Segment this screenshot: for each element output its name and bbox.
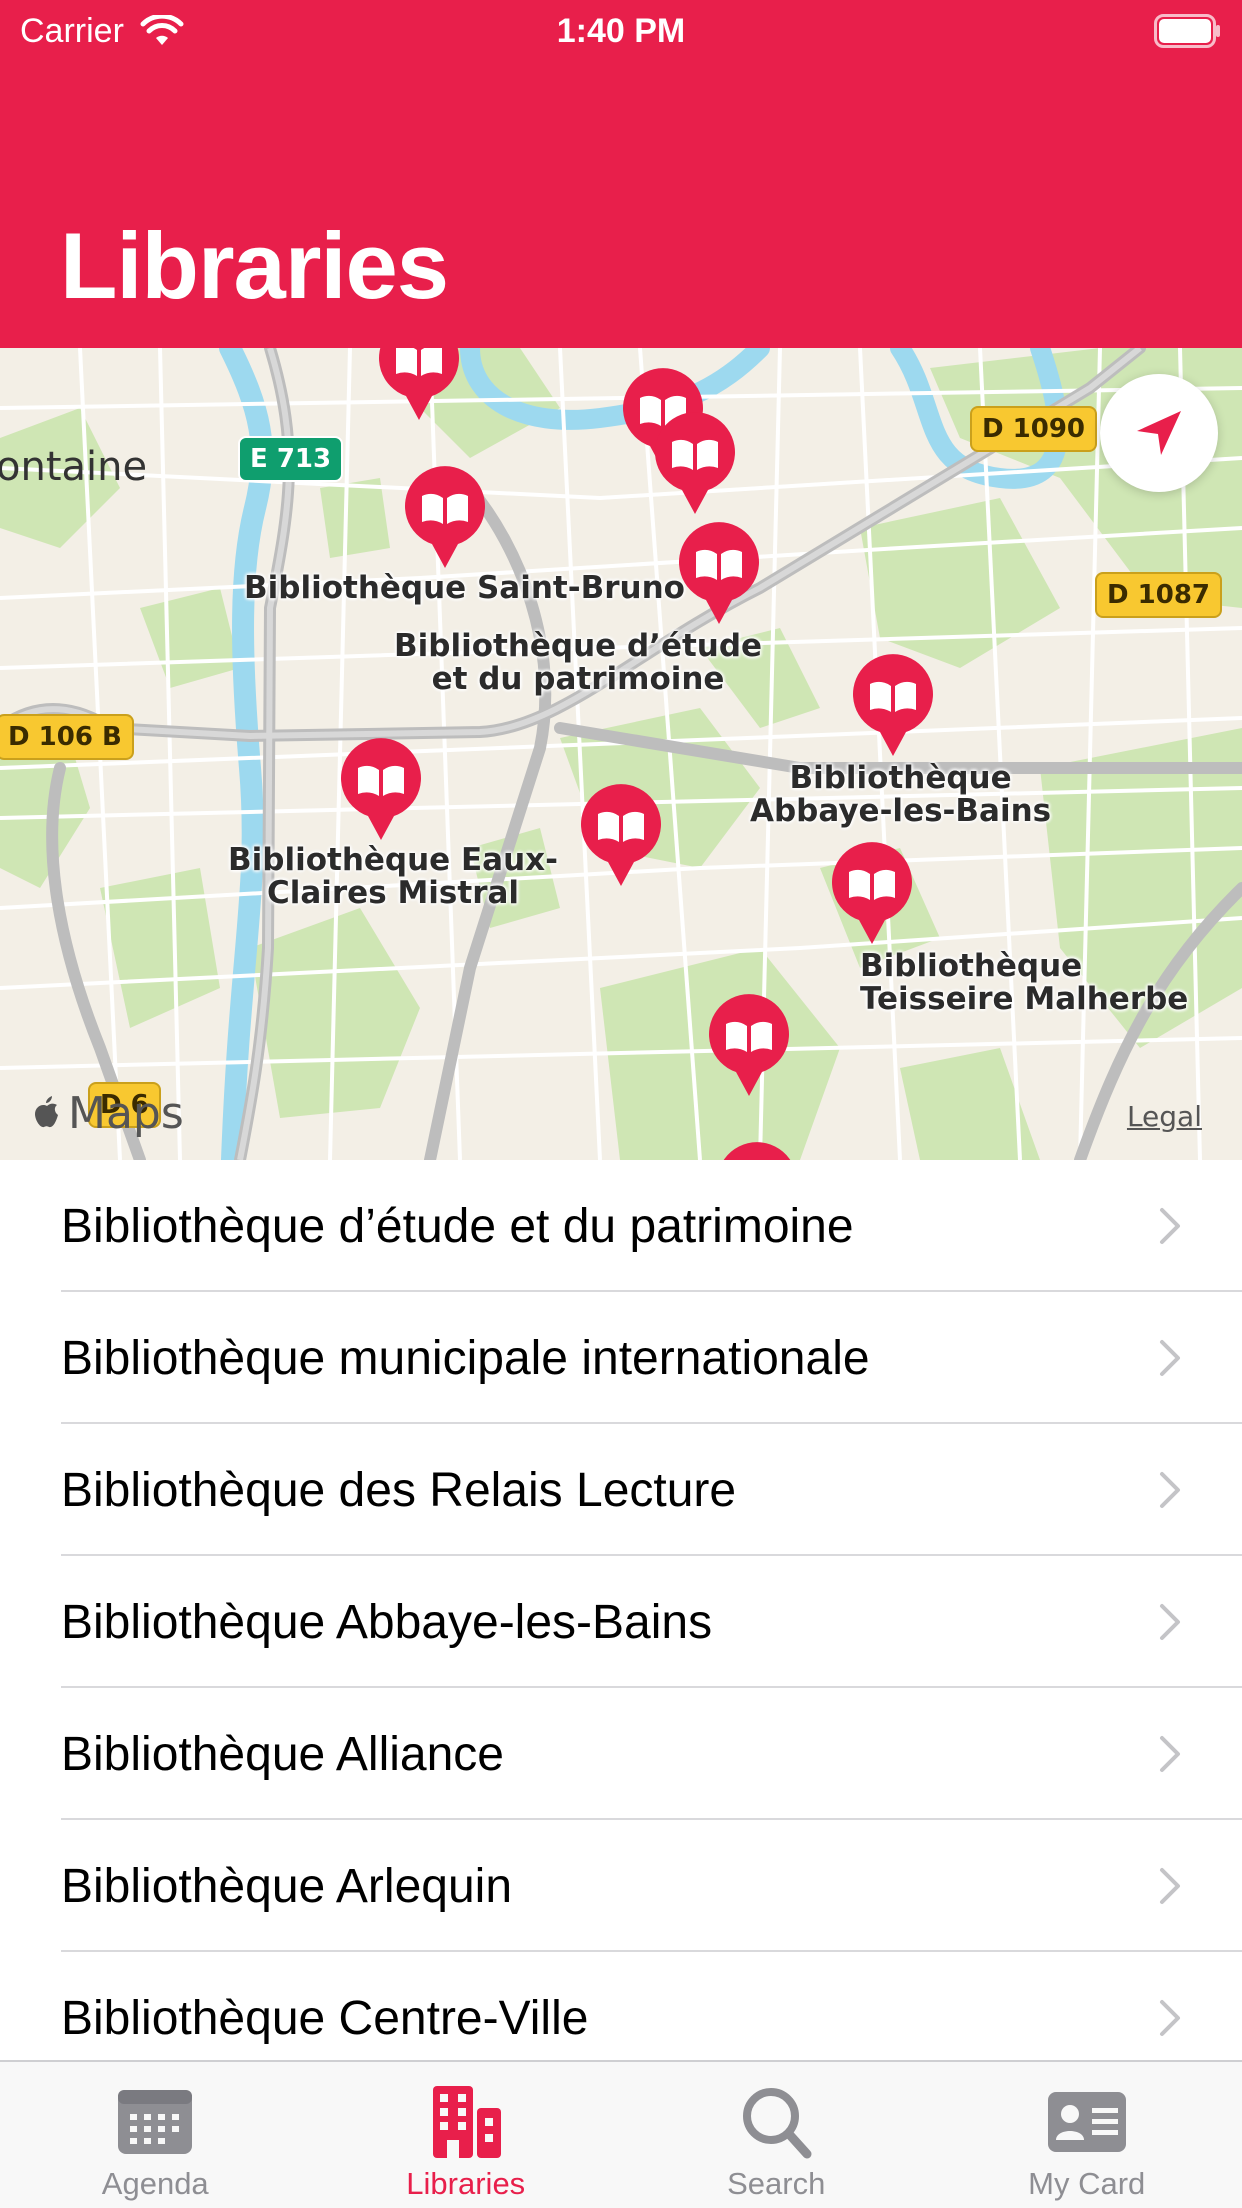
buildings-icon	[432, 2086, 501, 2158]
tab-bar: Agenda Libraries Search My Card	[0, 2060, 1242, 2208]
road-shield-d1090: D 1090	[970, 406, 1097, 452]
library-row-label: Bibliothèque Centre-Ville	[61, 1991, 589, 2045]
id-card-icon	[1047, 2092, 1126, 2152]
pin-label-saint-bruno: Bibliothèque Saint-Bruno	[244, 570, 685, 606]
calendar-icon	[118, 2090, 193, 2154]
library-row[interactable]: Bibliothèque Arlequin	[0, 1820, 1242, 1952]
map-place-label: ontaine	[0, 444, 148, 490]
libraries-list: Bibliothèque d’étude et du patrimoine Bi…	[0, 1160, 1242, 2060]
library-pin[interactable]	[652, 412, 738, 516]
page-title: Libraries	[60, 213, 449, 318]
status-time: 1:40 PM	[556, 12, 686, 50]
navigation-header: Carrier 1:40 PM Libraries	[0, 0, 1242, 348]
pin-eaux-claires-mistral[interactable]	[338, 738, 424, 842]
library-row-label: Bibliothèque Abbaye-les-Bains	[61, 1595, 713, 1649]
tab-agenda-label: Agenda	[101, 2166, 209, 2201]
search-icon	[743, 2088, 812, 2159]
pin-label-teisseire-malherbe: Bibliothèque Teisseire Malherbe	[860, 948, 1189, 1017]
library-row[interactable]: Bibliothèque Centre-Ville	[0, 1952, 1242, 2060]
road-shield-d1087: D 1087	[1095, 572, 1222, 618]
road-shield-d106b: D 106 B	[0, 714, 134, 760]
chevron-right-icon	[1160, 1736, 1180, 1772]
pin-teisseire-malherbe[interactable]	[829, 842, 915, 946]
chevron-right-icon	[1160, 2000, 1180, 2036]
library-row-label: Bibliothèque municipale internationale	[61, 1331, 870, 1385]
locate-me-button[interactable]	[1100, 374, 1218, 492]
location-arrow-icon	[1137, 411, 1181, 455]
chevron-right-icon	[1160, 1208, 1180, 1244]
tab-agenda[interactable]: Agenda	[0, 2062, 311, 2208]
library-row[interactable]: Bibliothèque des Relais Lecture	[0, 1424, 1242, 1556]
tab-search-label: Search	[727, 2166, 826, 2201]
library-row-label: Bibliothèque d’étude et du patrimoine	[61, 1199, 854, 1253]
tab-my-card[interactable]: My Card	[932, 2062, 1242, 2208]
legal-link[interactable]: Legal	[1127, 1100, 1202, 1133]
library-row[interactable]: Bibliothèque Abbaye-les-Bains	[0, 1556, 1242, 1688]
pin-label-etude-patrimoine: Bibliothèque d’étude et du patrimoine	[394, 628, 763, 697]
pin-label-abbaye-les-bains: Bibliothèque Abbaye-les-Bains	[750, 760, 1052, 829]
library-row-label: Bibliothèque des Relais Lecture	[61, 1463, 737, 1517]
tab-libraries[interactable]: Libraries	[311, 2062, 622, 2208]
pin-saint-bruno[interactable]	[402, 466, 488, 570]
library-row[interactable]: Bibliothèque municipale internationale	[0, 1292, 1242, 1424]
library-row[interactable]: Bibliothèque d’étude et du patrimoine	[0, 1160, 1242, 1292]
apple-icon	[35, 1095, 58, 1127]
library-pin[interactable]	[376, 348, 462, 422]
maps-label: Maps	[68, 1088, 184, 1139]
tab-my-card-label: My Card	[1028, 2166, 1146, 2201]
status-bar: Carrier 1:40 PM	[0, 0, 1242, 62]
pin-etude-patrimoine[interactable]	[676, 522, 762, 626]
library-row[interactable]: Bibliothèque Alliance	[0, 1688, 1242, 1820]
library-pin[interactable]	[706, 994, 792, 1098]
chevron-right-icon	[1160, 1868, 1180, 1904]
chevron-right-icon	[1160, 1340, 1180, 1376]
battery-icon	[1154, 14, 1220, 48]
chevron-right-icon	[1160, 1604, 1180, 1640]
library-pin[interactable]	[714, 1142, 800, 1160]
chevron-right-icon	[1160, 1472, 1180, 1508]
libraries-map[interactable]: E 713 D 1090 D 1087 D 106 B D 6 ontaine …	[0, 348, 1242, 1160]
library-pin[interactable]	[578, 784, 664, 888]
tab-search[interactable]: Search	[621, 2062, 932, 2208]
tab-libraries-label: Libraries	[406, 2166, 526, 2201]
library-row-label: Bibliothèque Arlequin	[61, 1859, 513, 1913]
pin-abbaye-les-bains[interactable]	[850, 654, 936, 758]
apple-maps-logo: Maps	[30, 1088, 184, 1139]
pin-label-eaux-claires-mistral: Bibliothèque Eaux- Claires Mistral	[228, 842, 559, 911]
road-shield-e713: E 713	[238, 436, 344, 482]
library-row-label: Bibliothèque Alliance	[61, 1727, 504, 1781]
